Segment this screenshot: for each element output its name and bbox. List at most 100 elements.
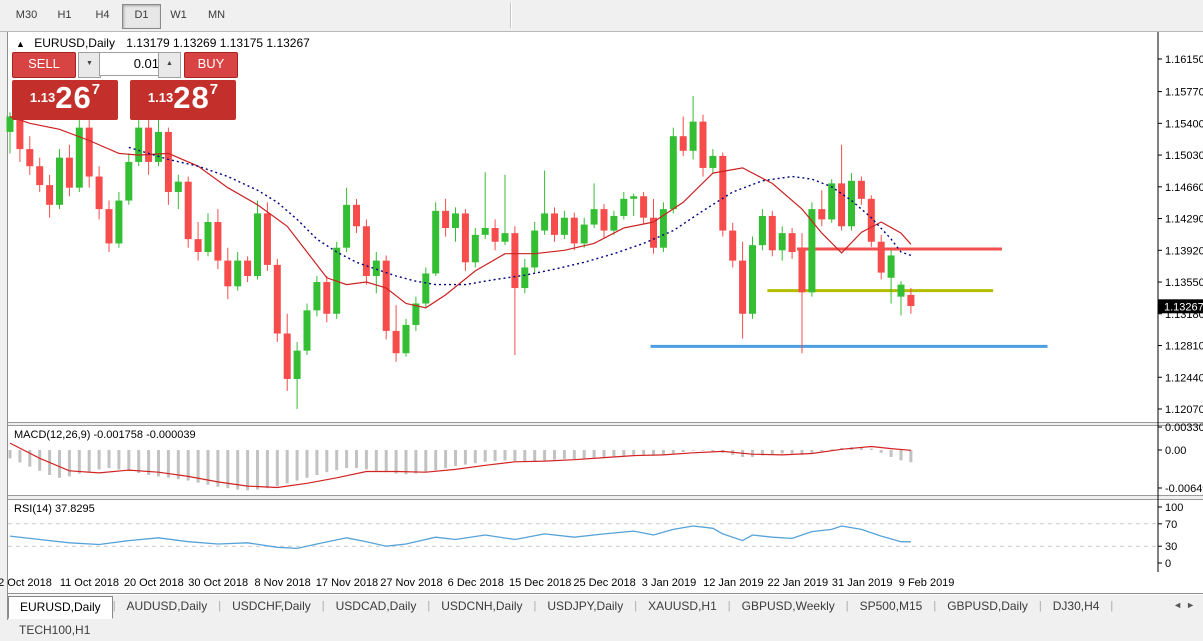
candle xyxy=(264,213,271,264)
macd-tick-label: 0.00 xyxy=(1165,445,1186,457)
symbol-tab-usdcnh[interactable]: USDCNH,Daily xyxy=(430,596,533,617)
sell-price-sup: 7 xyxy=(92,81,100,98)
candle xyxy=(313,282,320,310)
candle xyxy=(878,242,885,273)
price-tick-label: 1.15030 xyxy=(1165,150,1203,162)
volume-decrease-button[interactable]: ▼ xyxy=(78,52,101,78)
candle xyxy=(66,158,73,188)
candle xyxy=(591,209,598,224)
candle xyxy=(541,213,548,230)
candle xyxy=(511,233,518,288)
price-tick-label: 1.15400 xyxy=(1165,118,1203,130)
date-tick-label: 27 Nov 2018 xyxy=(380,577,442,589)
candle xyxy=(393,331,400,353)
symbol-tab-usdchf[interactable]: USDCHF,Daily xyxy=(221,596,322,617)
price-tick-label: 1.14290 xyxy=(1165,214,1203,226)
price-tick-label: 1.16150 xyxy=(1165,54,1203,66)
date-tick-label: 3 Jan 2019 xyxy=(642,577,696,589)
tab-scroll-arrows[interactable]: ◄► xyxy=(1173,600,1199,610)
symbol-tab-audusd[interactable]: AUDUSD,Daily xyxy=(116,596,219,617)
date-tick-label: 15 Dec 2018 xyxy=(509,577,571,589)
rsi-line xyxy=(10,526,911,548)
candle xyxy=(492,228,499,242)
candle xyxy=(888,255,895,277)
buy-price-prefix: 1.13 xyxy=(148,90,173,105)
candle xyxy=(818,209,825,219)
current-price-value: 1.13267 xyxy=(1164,301,1203,313)
candle xyxy=(353,205,360,226)
candle xyxy=(323,282,330,314)
buy-price-big: 28 xyxy=(173,80,209,115)
candle xyxy=(403,325,410,353)
tab-scroll-right-icon[interactable]: ► xyxy=(1186,600,1199,610)
macd-tick-label: 0.003306 xyxy=(1165,422,1203,434)
date-tick-label: 25 Dec 2018 xyxy=(573,577,635,589)
volume-increase-button[interactable]: ▲ xyxy=(158,52,181,78)
price-tick-label: 1.13550 xyxy=(1165,277,1203,289)
candle xyxy=(214,222,221,261)
date-tick-label: 12 Jan 2019 xyxy=(703,577,764,589)
candle xyxy=(96,177,103,210)
candle xyxy=(779,233,786,250)
candle xyxy=(165,132,172,192)
candle xyxy=(799,249,806,293)
candle xyxy=(690,122,697,151)
candle xyxy=(195,239,202,252)
candle xyxy=(155,132,162,162)
macd-signal-line xyxy=(10,443,911,487)
candle xyxy=(422,273,429,303)
buy-price-box[interactable]: 1.13287 xyxy=(130,80,236,120)
symbol-tab-gbpusd[interactable]: GBPUSD,Weekly xyxy=(731,596,846,617)
candle xyxy=(521,267,528,288)
candle xyxy=(284,334,291,379)
date-tick-label: 11 Oct 2018 xyxy=(60,577,119,589)
date-tick-label: 22 Jan 2019 xyxy=(768,577,829,589)
chart-header: ▲ EURUSD,Daily 1.13179 1.13269 1.13175 1… xyxy=(16,36,310,50)
candle xyxy=(531,231,538,268)
tab-scroll-left-icon[interactable]: ◄ xyxy=(1173,600,1186,610)
buy-button[interactable]: BUY xyxy=(184,52,238,78)
candle xyxy=(363,226,370,276)
date-tick-label: 2 Oct 2018 xyxy=(0,577,52,589)
candle xyxy=(383,261,390,331)
candle xyxy=(868,199,875,242)
volume-input[interactable]: 0.01 xyxy=(99,52,166,76)
chart-ohlc-values: 1.13179 1.13269 1.13175 1.13267 xyxy=(126,36,310,50)
macd-indicator-label: MACD(12,26,9) -0.001758 -0.000039 xyxy=(14,429,196,441)
symbol-tab-eurusd[interactable]: EURUSD,Daily xyxy=(8,596,113,619)
candle xyxy=(729,231,736,261)
symbol-tab-usdcad[interactable]: USDCAD,Daily xyxy=(325,596,428,617)
sell-button[interactable]: SELL xyxy=(12,52,76,78)
date-tick-label: 17 Nov 2018 xyxy=(316,577,378,589)
candle xyxy=(294,351,301,379)
symbol-tab-dj30[interactable]: DJ30,H4 xyxy=(1042,596,1111,617)
macd-tick-label: -0.00649 xyxy=(1165,483,1203,495)
collapse-chart-icon[interactable]: ▲ xyxy=(16,39,25,49)
candle xyxy=(848,181,855,226)
candle xyxy=(373,261,380,276)
symbol-tab-gbpusd[interactable]: GBPUSD,Daily xyxy=(936,596,1039,617)
symbol-tab-xauusd[interactable]: XAUUSD,H1 xyxy=(637,596,728,617)
symbol-tab-sp500[interactable]: SP500,M15 xyxy=(849,596,934,617)
sell-price-box[interactable]: 1.13267 xyxy=(12,80,118,120)
symbol-tab-usdjpy[interactable]: USDJPY,Daily xyxy=(536,596,634,617)
candle xyxy=(610,216,617,231)
date-tick-label: 8 Nov 2018 xyxy=(254,577,310,589)
symbol-tab-tech100[interactable]: TECH100,H1 xyxy=(8,620,101,641)
candle xyxy=(125,162,132,201)
candle xyxy=(670,136,677,209)
candle xyxy=(719,156,726,231)
price-tick-label: 1.12440 xyxy=(1165,372,1203,384)
tab-separator: | xyxy=(1110,595,1113,617)
candle xyxy=(640,196,647,217)
candle xyxy=(739,261,746,314)
rsi-tick-label: 100 xyxy=(1165,502,1183,514)
candle xyxy=(601,209,608,230)
candle xyxy=(244,261,251,276)
candle xyxy=(185,182,192,239)
candle xyxy=(343,205,350,248)
buy-price-sup: 7 xyxy=(210,81,218,98)
date-tick-label: 30 Oct 2018 xyxy=(188,577,248,589)
candle xyxy=(502,233,509,242)
candle xyxy=(898,285,905,297)
